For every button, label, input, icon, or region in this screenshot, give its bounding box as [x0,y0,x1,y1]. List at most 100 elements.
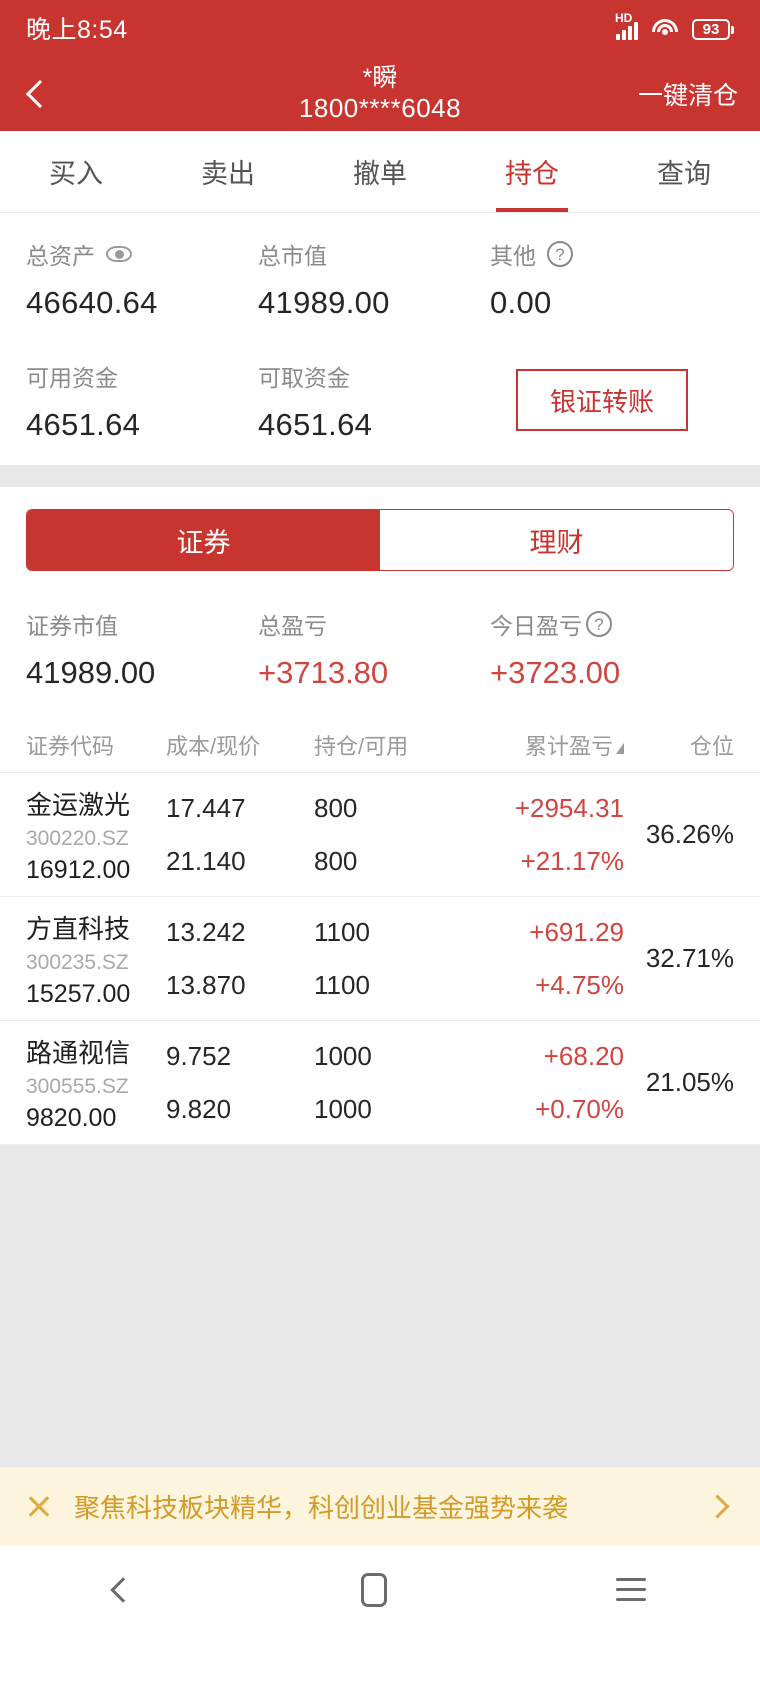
withdrawable-cash-value: 4651.64 [258,407,373,442]
eye-icon[interactable] [106,246,132,262]
col-header-cumulative-pnl[interactable]: 累计盈亏 [469,729,624,761]
table-row[interactable]: 金运激光 300220.SZ 16912.00 17.447 21.140 80… [0,773,760,897]
signal-icon: HD [615,12,638,40]
row-pnl: +68.20 +0.70% [469,1041,624,1125]
securities-market-value-cell: 证券市值 41989.00 [26,609,258,691]
status-icons: HD 93 [615,12,734,40]
price-value: 9.820 [166,1093,232,1124]
pnl-percent: +21.17% [520,845,624,876]
today-pnl-label-text: 今日盈亏 [490,613,582,639]
row-position: 800 800 [314,793,469,877]
chevron-right-icon[interactable] [705,1493,730,1519]
security-market-value: 15257.00 [26,979,131,1008]
account-number: 1800****6048 [298,93,462,123]
asset-row-top: 总资产 46640.64 总市值 41989.00 其他 ? 0.00 [0,237,760,321]
back-button[interactable] [0,79,80,108]
row-position: 1000 1000 [314,1041,469,1125]
main-tabs: 买入 卖出 撤单 持仓 查询 [0,131,760,213]
pnl-amount: +2954.31 [514,792,624,823]
segment-wealth[interactable]: 理财 [380,510,733,570]
security-name: 金运激光 [26,789,131,820]
price-value: 21.140 [166,845,246,876]
sort-triangle-icon [616,743,624,754]
col-header-cumulative-pnl-text: 累计盈亏 [524,733,613,759]
other-label-text: 其他 [490,243,536,269]
segment-wrapper: 证券 理财 [0,487,760,571]
available-value: 800 [314,845,358,876]
system-nav-bar [0,1545,760,1634]
available-value: 1100 [314,969,370,1000]
col-header-weight: 仓位 [689,733,734,759]
row-weight: 21.05% [645,1067,734,1097]
available-cash-label: 可用资金 [26,365,118,391]
account-nickname: *瞬 [362,64,398,92]
holdings-table-header: 证券代码 成本/现价 持仓/可用 累计盈亏 仓位 [0,717,760,773]
chevron-left-icon [25,79,55,108]
securities-market-value: 41989.00 [26,655,156,690]
available-cash-cell: 可用资金 4651.64 [26,359,258,443]
tab-buy[interactable]: 买入 [0,131,152,212]
today-pnl-label: 今日盈亏 ? [490,609,722,639]
back-icon[interactable] [110,1576,137,1603]
clear-position-button[interactable]: 一键清仓 [638,76,738,112]
question-mark-icon[interactable]: ? [586,611,612,637]
row-security: 方直科技 300235.SZ 15257.00 [26,909,166,1009]
row-weight: 36.26% [645,819,734,849]
available-cash-value: 4651.64 [26,407,141,442]
tab-holdings[interactable]: 持仓 [456,131,608,212]
cost-value: 17.447 [166,792,246,823]
total-market-value-cell: 总市值 41989.00 [258,237,490,321]
col-header-position: 持仓/可用 [314,733,409,759]
question-mark-icon[interactable]: ? [547,241,573,267]
table-row[interactable]: 方直科技 300235.SZ 15257.00 13.242 13.870 11… [0,897,760,1021]
total-pnl-cell: 总盈亏 +3713.80 [258,609,490,691]
total-assets-cell: 总资产 46640.64 [26,237,258,321]
battery-icon: 93 [692,19,734,40]
col-header-code: 证券代码 [26,733,115,759]
bank-transfer-button[interactable]: 银证转账 [516,369,688,431]
battery-level: 93 [692,19,730,40]
securities-market-value-label: 证券市值 [26,613,118,639]
security-code: 300220.SZ [26,826,129,850]
asset-row-bottom: 可用资金 4651.64 可取资金 4651.64 银证转账 [0,359,760,443]
total-market-value-value: 41989.00 [258,285,390,320]
pnl-amount: +68.20 [543,1040,624,1071]
empty-area [0,1145,760,1467]
table-row[interactable]: 路通视信 300555.SZ 9820.00 9.752 9.820 1000 … [0,1021,760,1145]
account-summary: 总资产 46640.64 总市值 41989.00 其他 ? 0.00 可用资金… [0,213,760,465]
segment-securities[interactable]: 证券 [27,510,380,570]
pnl-percent: +4.75% [535,969,624,1000]
section-divider [0,465,760,487]
promo-text: 聚焦科技板块精华，科创创业基金强势来袭 [74,1492,569,1523]
col-header-cost-price: 成本/现价 [166,733,261,759]
row-weight: 32.71% [645,943,734,973]
security-market-value: 16912.00 [26,855,131,884]
security-name: 方直科技 [26,913,131,944]
row-pnl: +691.29 +4.75% [469,917,624,1001]
app-screen: 晚上8:54 HD 93 *瞬 1800****6048 一键清仓 买入 卖出 … [0,0,760,1689]
row-security: 金运激光 300220.SZ 16912.00 [26,785,166,885]
today-pnl-cell: 今日盈亏 ? +3723.00 [490,609,722,691]
security-market-value: 9820.00 [26,1103,117,1132]
status-bar: 晚上8:54 HD 93 [0,0,760,56]
total-market-value-label: 总市值 [258,243,327,269]
home-icon[interactable] [360,1572,387,1607]
price-value: 13.870 [166,969,246,1000]
other-cell: 其他 ? 0.00 [490,237,734,321]
total-assets-label-text: 总资产 [26,243,95,269]
row-cost-price: 9.752 9.820 [166,1041,314,1125]
status-time: 晚上8:54 [26,16,128,44]
security-name: 路通视信 [26,1037,131,1068]
cost-value: 9.752 [166,1040,232,1071]
asset-type-segment: 证券 理财 [26,509,734,571]
tab-query[interactable]: 查询 [608,131,760,212]
row-cost-price: 13.242 13.870 [166,917,314,1001]
menu-icon[interactable] [615,1578,646,1601]
tab-sell[interactable]: 卖出 [152,131,304,212]
total-pnl-value: +3713.80 [258,655,389,690]
promo-banner[interactable]: 聚焦科技板块精华，科创创业基金强势来袭 [0,1467,760,1545]
close-icon[interactable] [26,1493,52,1519]
row-cost-price: 17.447 21.140 [166,793,314,877]
tab-cancel-order[interactable]: 撤单 [304,131,456,212]
pnl-percent: +0.70% [535,1093,624,1124]
